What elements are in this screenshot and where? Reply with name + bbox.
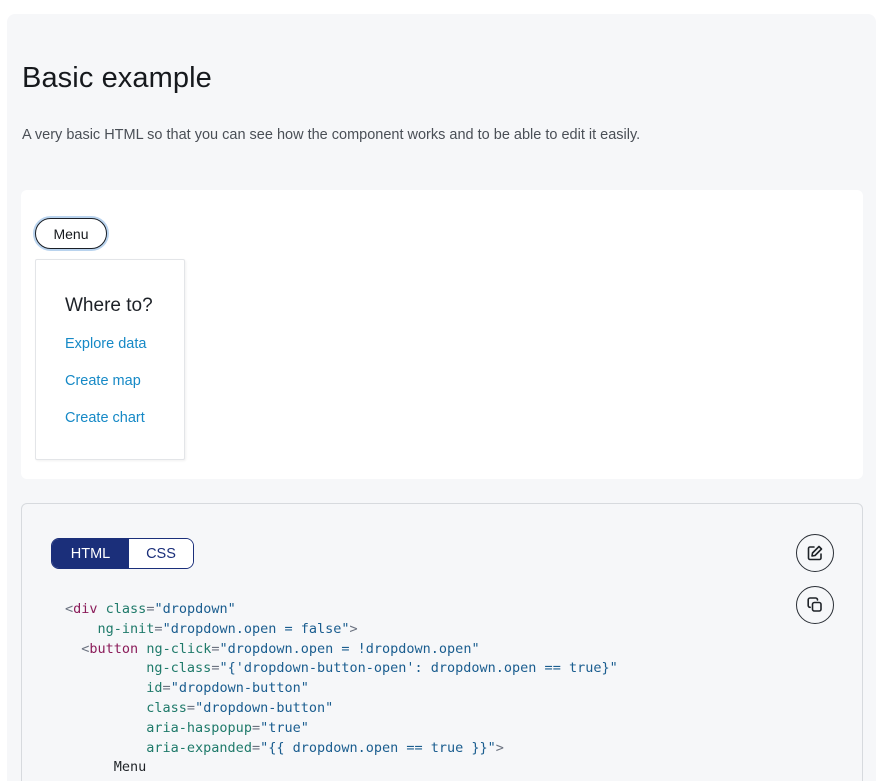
code-token: = xyxy=(186,699,196,716)
edit-icon xyxy=(807,545,823,561)
code-block: <div class="dropdown" ng-init="dropdown.… xyxy=(65,600,618,778)
code-line: aria-expanded="{{ dropdown.open == true … xyxy=(65,739,618,759)
code-token: > xyxy=(349,620,358,637)
menu-button[interactable]: Menu xyxy=(35,218,107,249)
tab-html[interactable]: HTML xyxy=(52,539,129,568)
code-token: class xyxy=(146,699,187,716)
code-token: "dropdown-button" xyxy=(195,699,334,716)
code-line: Menu xyxy=(65,758,618,778)
code-token: ng-click xyxy=(146,640,212,657)
code-token: < xyxy=(65,640,90,657)
tab-css[interactable]: CSS xyxy=(129,539,193,568)
code-token: = xyxy=(162,680,171,697)
code-line: ng-init="dropdown.open = false"> xyxy=(65,620,618,640)
code-token: "dropdown.open = false" xyxy=(162,620,350,637)
code-token: "dropdown.open = !dropdown.open" xyxy=(219,640,480,657)
dropdown-menu: Where to? Explore data Create map Create… xyxy=(35,259,185,460)
code-line: <div class="dropdown" xyxy=(65,600,618,620)
code-token: "dropdown" xyxy=(154,601,236,617)
code-line: ng-class="{'dropdown-button-open': dropd… xyxy=(65,659,618,679)
code-token: ng-init xyxy=(97,620,155,637)
page-description: A very basic HTML so that you can see ho… xyxy=(22,127,641,143)
dropdown-link-create-chart[interactable]: Create chart xyxy=(65,410,145,426)
dropdown-link-create-map[interactable]: Create map xyxy=(65,373,141,389)
code-token: aria-haspopup xyxy=(146,719,252,736)
code-panel: HTML CSS <div class="dropdown" ng-init="… xyxy=(21,503,863,781)
page-title: Basic example xyxy=(22,62,212,94)
code-token: "{{ dropdown.open == true }}" xyxy=(260,739,496,756)
code-token: id xyxy=(146,680,163,697)
code-line: aria-haspopup="true" xyxy=(65,719,618,739)
demo-preview-card: Menu Where to? Explore data Create map C… xyxy=(21,190,863,479)
code-token: aria-expanded xyxy=(146,739,252,756)
code-token: button xyxy=(89,640,139,657)
code-line: <button ng-click="dropdown.open = !dropd… xyxy=(65,640,618,660)
code-token: = xyxy=(251,739,261,756)
code-token: = xyxy=(154,620,163,637)
code-token: "true" xyxy=(260,719,309,736)
code-token: Menu xyxy=(65,759,147,776)
code-line: id="dropdown-button" xyxy=(65,679,618,699)
code-token: div xyxy=(73,601,98,617)
copy-code-button[interactable] xyxy=(796,586,834,624)
code-token: class xyxy=(105,601,147,617)
code-tabs: HTML CSS xyxy=(51,538,194,569)
code-token: ng-class xyxy=(146,660,212,677)
code-token: = xyxy=(251,719,261,736)
code-token: "{'dropdown-button-open': dropdown.open … xyxy=(219,660,618,677)
dropdown-heading: Where to? xyxy=(65,295,153,316)
copy-icon xyxy=(807,597,822,612)
edit-code-button[interactable] xyxy=(796,534,834,572)
code-token: < xyxy=(65,601,74,617)
dropdown-link-explore-data[interactable]: Explore data xyxy=(65,336,146,352)
code-token: "dropdown-button" xyxy=(170,680,309,697)
code-line: class="dropdown-button" xyxy=(65,699,618,719)
code-token: > xyxy=(495,739,504,756)
